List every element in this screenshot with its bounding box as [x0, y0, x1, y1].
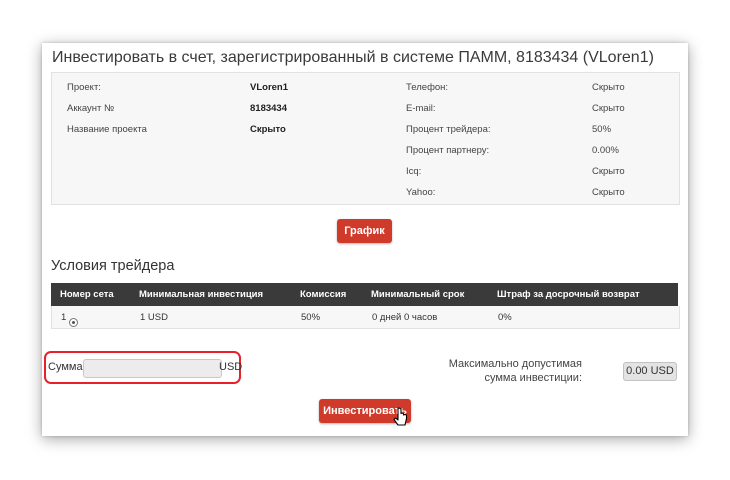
info-value-project-name: Скрыто [250, 124, 286, 135]
table-row: 1 1 USD 50% 0 дней 0 часов 0% [51, 306, 680, 329]
col-min-investment: Минимальная инвестиция [139, 289, 264, 300]
info-value-partner-percent: 0.00% [592, 145, 619, 156]
trader-conditions-heading: Условия трейдера [51, 258, 175, 274]
info-value-icq: Скрыто [592, 166, 625, 177]
info-value-trader-percent: 50% [592, 124, 612, 135]
info-label-yahoo: Yahoo: [406, 187, 436, 198]
col-commission: Комиссия [300, 289, 347, 300]
info-label-trader-percent: Процент трейдера: [406, 124, 491, 135]
cell-min-term: 0 дней 0 часов [372, 312, 438, 323]
cell-commission: 50% [301, 312, 321, 323]
cell-min-investment: 1 USD [140, 312, 168, 323]
max-investment-label: Максимально допустимая сумма инвестиции: [448, 358, 582, 384]
amount-input[interactable] [83, 359, 222, 378]
info-value-project: VLoren1 [250, 82, 289, 93]
account-info-box: Проект: VLoren1 Аккаунт № 8183434 Назван… [51, 72, 680, 205]
invest-panel: Инвестировать в счет, зарегистрированный… [42, 43, 688, 436]
amount-currency: USD [219, 361, 243, 373]
chart-button[interactable]: График [337, 219, 392, 243]
cell-penalty: 0% [498, 312, 512, 323]
info-value-phone: Скрыто [592, 82, 625, 93]
set-radio[interactable] [69, 318, 79, 327]
info-label-phone: Телефон: [406, 82, 449, 93]
info-label-email: E-mail: [406, 103, 436, 114]
set-number: 1 [61, 312, 67, 323]
mouse-cursor-icon [393, 407, 408, 426]
conditions-table-header: Номер сета Минимальная инвестиция Комисс… [51, 283, 678, 306]
col-penalty: Штраф за досрочный возврат [497, 289, 640, 300]
amount-label: Сумма [48, 361, 83, 373]
info-label-account: Аккаунт № [67, 103, 115, 114]
info-label-icq: Icq: [406, 166, 422, 177]
page-title: Инвестировать в счет, зарегистрированный… [52, 49, 654, 66]
info-label-project: Проект: [67, 82, 101, 93]
max-investment-value: 0.00 USD [623, 362, 677, 381]
info-label-partner-percent: Процент партнеру: [406, 145, 490, 156]
col-set-number: Номер сета [60, 289, 114, 300]
col-min-term: Минимальный срок [371, 289, 465, 300]
info-value-account: 8183434 [250, 103, 287, 114]
info-label-project-name: Название проекта [67, 124, 147, 135]
info-value-email: Скрыто [592, 103, 625, 114]
info-value-yahoo: Скрыто [592, 187, 625, 198]
